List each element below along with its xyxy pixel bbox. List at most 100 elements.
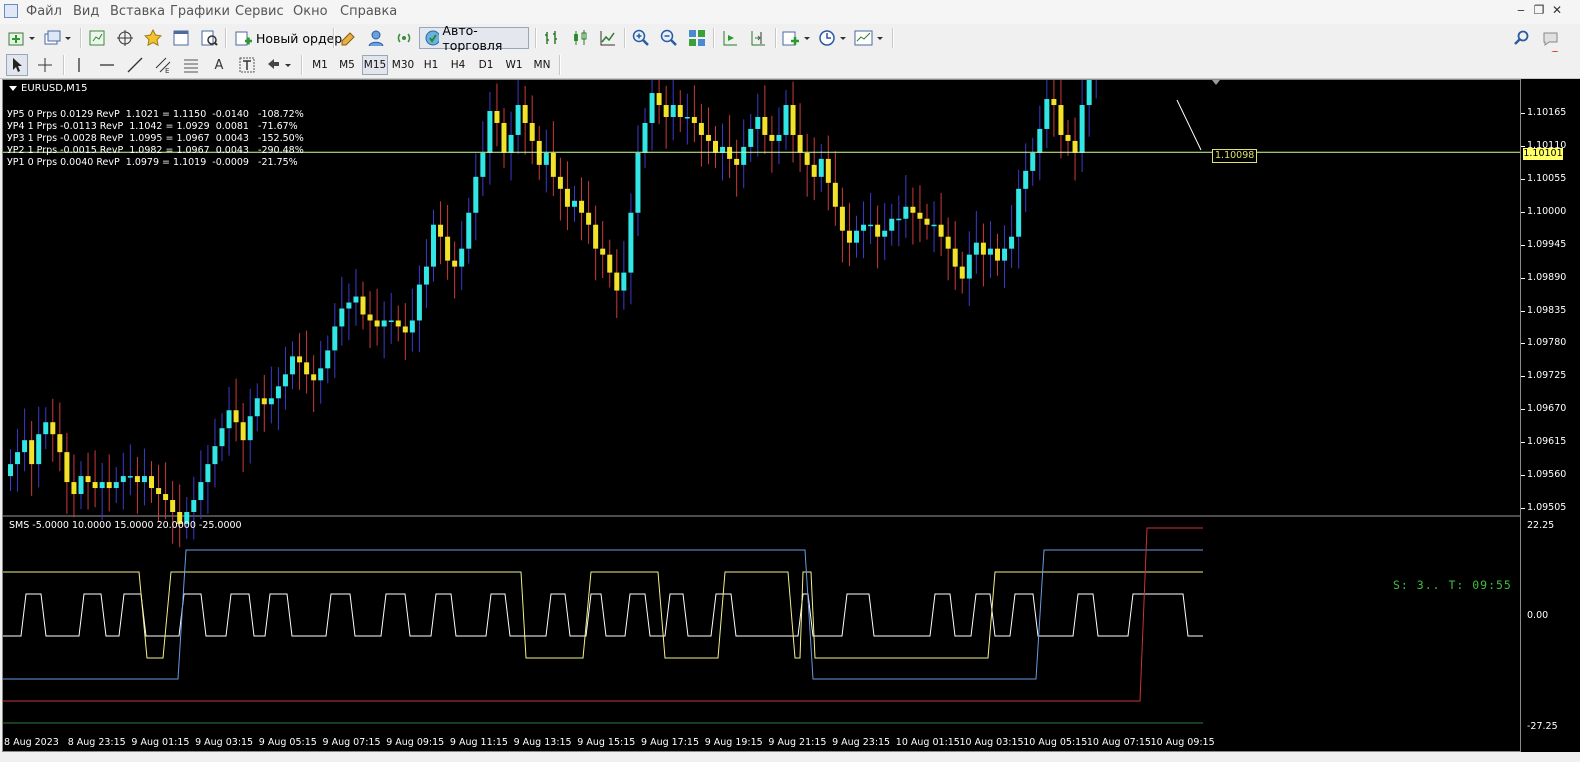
toolbar-separator: [535, 28, 537, 48]
cursor-arrow-icon: [13, 58, 22, 72]
time-label: 10 Aug 01:15: [895, 737, 960, 748]
account-icon: [368, 30, 384, 47]
candle-body: [995, 248, 1000, 261]
account-button[interactable]: [365, 27, 387, 49]
candlestick-icon: [574, 30, 587, 45]
candle-body: [713, 140, 718, 153]
autotrading-button[interactable]: Авто-торговля: [419, 23, 529, 53]
timeframe-m15[interactable]: M15: [362, 55, 388, 75]
data-window-button[interactable]: [114, 27, 136, 49]
menu-file[interactable]: Файл: [26, 4, 62, 19]
timeframe-w1[interactable]: W1: [501, 55, 527, 75]
strategy-tester-icon: [201, 30, 218, 46]
arrows-button[interactable]: [264, 54, 294, 76]
search-button[interactable]: [1511, 27, 1533, 49]
text-button[interactable]: A: [208, 54, 230, 76]
menu-tools[interactable]: Сервис: [235, 4, 284, 19]
channel-button[interactable]: E: [152, 54, 174, 76]
timeframe-d1[interactable]: D1: [473, 55, 499, 75]
bar-chart-button[interactable]: [541, 27, 563, 49]
signals-button[interactable]: [393, 27, 415, 49]
profiles-button[interactable]: [42, 27, 74, 49]
candle-body: [741, 146, 747, 165]
menu-charts[interactable]: Графики: [170, 4, 230, 19]
candle-body: [543, 152, 549, 165]
chart-menu-triangle-icon[interactable]: [9, 85, 17, 91]
metaeditor-icon: [341, 32, 355, 46]
candle-body: [1065, 134, 1071, 141]
navigator-button[interactable]: [142, 27, 164, 49]
horizontal-line-icon: [100, 64, 114, 66]
chart-window[interactable]: EURUSD,M15 УР5 0 Prps 0.0129 RevP 1.1021…: [2, 79, 1521, 752]
menu-insert[interactable]: Вставка: [110, 4, 165, 19]
strategy-tester-button[interactable]: [198, 27, 220, 49]
price-scale[interactable]: 1.10165 1.10110 1.10055 1.10000 1.09945 1.098…: [1521, 79, 1580, 752]
drawing-toolbar: E A M1 M5 M15 M30 H1 H4 D1 W1 MN: [0, 52, 1580, 79]
cursor-button[interactable]: [6, 54, 28, 76]
shift-marker-icon[interactable]: [1212, 80, 1220, 85]
new-order-button[interactable]: Новый ордер: [231, 27, 346, 49]
time-label: 10 Aug 03:15: [959, 737, 1024, 748]
autotrading-label: Авто-торговля: [442, 23, 503, 53]
metaeditor-button[interactable]: [337, 27, 359, 49]
menu-window[interactable]: Окно: [293, 4, 328, 19]
horizontal-line-button[interactable]: [96, 54, 118, 76]
line-chart-button[interactable]: [597, 27, 619, 49]
candle-body: [755, 116, 761, 129]
candle-body: [275, 386, 281, 399]
candle-body: [233, 410, 239, 423]
timeframe-m30[interactable]: M30: [390, 55, 416, 75]
timeframe-h1[interactable]: H1: [418, 55, 444, 75]
candle-body: [579, 200, 585, 213]
new-chart-button[interactable]: [6, 27, 38, 49]
minimize-icon[interactable]: ‒: [1514, 3, 1528, 17]
timeframe-m1[interactable]: M1: [307, 55, 333, 75]
market-watch-button[interactable]: [86, 27, 108, 49]
status-strip: [0, 752, 1580, 762]
candle-body: [381, 320, 387, 327]
zoom-in-icon: [632, 29, 649, 46]
trend-line-drawing[interactable]: [1176, 99, 1202, 151]
candle-body: [353, 296, 359, 303]
text-label-button[interactable]: [236, 54, 258, 76]
timeframe-h4[interactable]: H4: [445, 55, 471, 75]
timeframe-m5[interactable]: M5: [334, 55, 360, 75]
clock-icon: [819, 30, 846, 46]
candle-body: [71, 482, 77, 495]
indicators-button[interactable]: [781, 27, 813, 49]
tile-windows-icon: [689, 30, 705, 46]
candle-body: [938, 224, 944, 237]
candle-body: [501, 122, 507, 153]
candle-body: [1072, 140, 1078, 153]
time-scale[interactable]: 8 Aug 2023 8 Aug 23:15 9 Aug 01:15 9 Aug 03…: [0, 734, 1521, 752]
close-icon[interactable]: ✕: [1550, 3, 1564, 17]
chart-canvas[interactable]: [3, 80, 1520, 751]
candle-body: [113, 482, 119, 489]
restore-icon[interactable]: ❐: [1532, 3, 1546, 17]
periods-button[interactable]: [817, 27, 849, 49]
menu-view[interactable]: Вид: [73, 4, 99, 19]
auto-scroll-button[interactable]: [719, 27, 741, 49]
price-label: 1.09560: [1527, 469, 1567, 481]
chart-shift-button[interactable]: [747, 27, 769, 49]
crosshair-button[interactable]: [34, 54, 56, 76]
trendline-button[interactable]: [124, 54, 146, 76]
fibonacci-button[interactable]: [180, 54, 202, 76]
notifications-button[interactable]: [1540, 27, 1562, 49]
app-icon: [4, 4, 18, 18]
price-tick: [1521, 145, 1525, 147]
tile-windows-button[interactable]: [686, 27, 708, 49]
terminal-button[interactable]: [170, 27, 192, 49]
candle-body: [1002, 248, 1008, 261]
price-label: 1.09615: [1527, 436, 1567, 448]
candle-body: [691, 116, 697, 123]
zoom-in-button[interactable]: [630, 27, 652, 49]
templates-button[interactable]: [853, 27, 887, 49]
timeframe-mn[interactable]: MN: [529, 55, 555, 75]
menu-help[interactable]: Справка: [340, 4, 397, 19]
candlestick-chart-button[interactable]: [569, 27, 591, 49]
vertical-line-button[interactable]: [68, 54, 90, 76]
time-label: 8 Aug 2023: [4, 737, 59, 748]
price-label: 1.09725: [1527, 370, 1567, 382]
zoom-out-button[interactable]: [658, 27, 680, 49]
